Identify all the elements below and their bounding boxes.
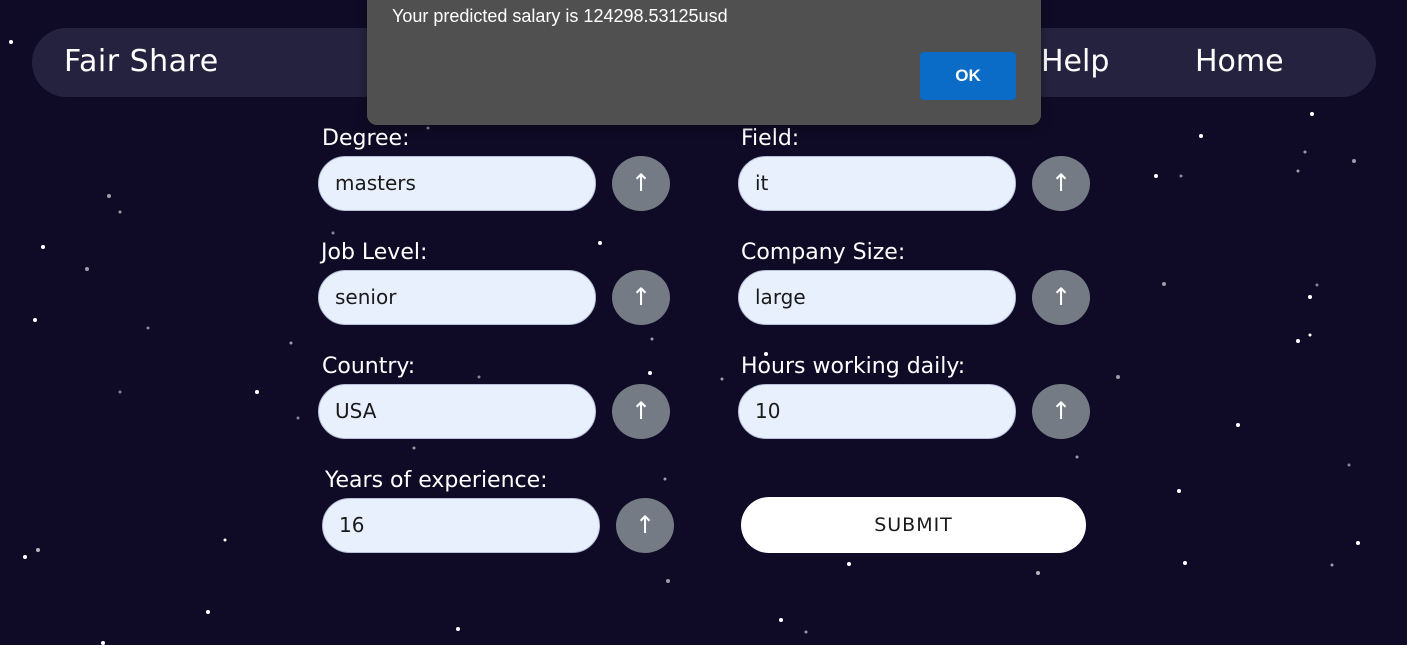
years-of-experience-arrow-button[interactable]: ↑ [616,498,674,553]
brand-logo-text[interactable]: Fair Share [64,44,219,79]
nav-link-home[interactable]: Home [1195,44,1284,79]
country-input[interactable]: USA [318,384,596,439]
hours-working-daily-label: Hours working daily: [741,354,966,379]
degree-input[interactable]: masters [318,156,596,211]
company-size-input[interactable]: large [738,270,1016,325]
job-level-label: Job Level: [321,240,428,265]
country-label: Country: [322,354,416,379]
years-of-experience-label: Years of experience: [325,468,548,493]
nav-link-help[interactable]: Help [1041,44,1109,79]
alert-message: Your predicted salary is 124298.53125usd [392,6,728,26]
hours-working-daily-input[interactable]: 10 [738,384,1016,439]
country-arrow-button[interactable]: ↑ [612,384,670,439]
field-arrow-button[interactable]: ↑ [1032,156,1090,211]
degree-label: Degree: [322,126,410,151]
years-of-experience-input[interactable]: 16 [322,498,600,553]
field-label: Field: [741,126,800,151]
degree-arrow-button[interactable]: ↑ [612,156,670,211]
submit-button[interactable]: SUBMIT [741,497,1086,553]
company-size-label: Company Size: [741,240,906,265]
alert-dialog: Your predicted salary is 124298.53125usd… [367,0,1041,125]
job-level-arrow-button[interactable]: ↑ [612,270,670,325]
field-input[interactable]: it [738,156,1016,211]
job-level-input[interactable]: senior [318,270,596,325]
alert-ok-button[interactable]: OK [920,52,1016,100]
company-size-arrow-button[interactable]: ↑ [1032,270,1090,325]
hours-working-daily-arrow-button[interactable]: ↑ [1032,384,1090,439]
